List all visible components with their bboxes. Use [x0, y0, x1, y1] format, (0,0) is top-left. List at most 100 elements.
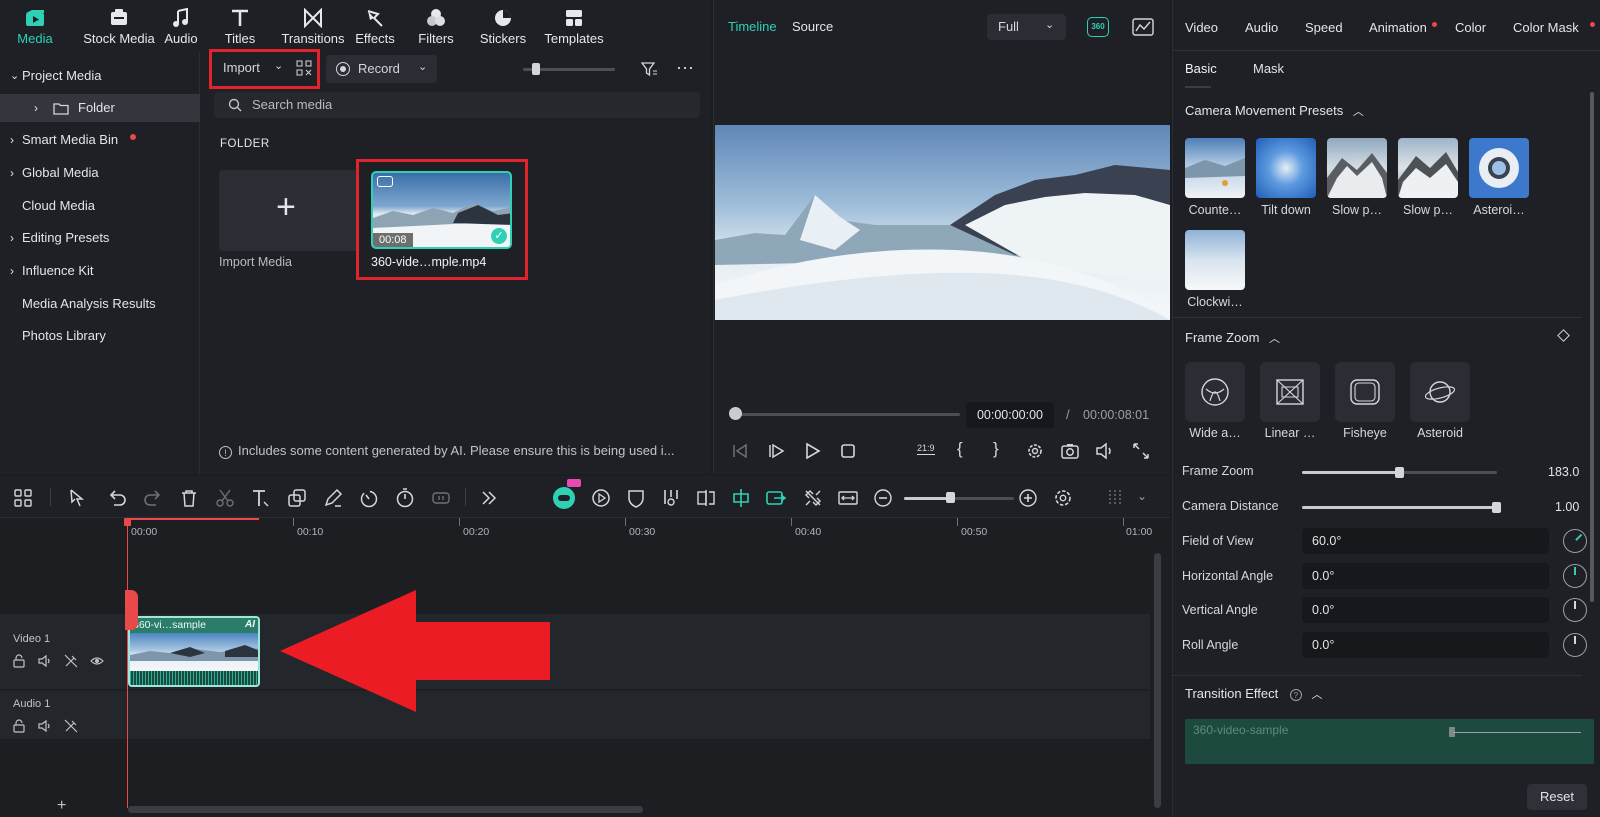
preset-slow-pan-1[interactable] [1327, 138, 1387, 198]
timer-duration-icon[interactable] [394, 487, 416, 509]
subtab-mask[interactable]: Mask [1253, 61, 1284, 76]
sidebar-item-folder[interactable]: › Folder [0, 94, 200, 122]
timeline-zoom-slider[interactable] [904, 497, 1014, 500]
toolbar-stickers[interactable]: Stickers [470, 8, 536, 46]
playhead-handle[interactable] [125, 590, 138, 630]
preset-tilt-down[interactable] [1256, 138, 1316, 198]
snapshot-camera-icon[interactable] [1060, 441, 1080, 461]
zoom-out-icon[interactable] [872, 487, 894, 509]
pen-draw-icon[interactable] [322, 487, 344, 509]
reset-button[interactable]: Reset [1527, 784, 1587, 810]
roll-angle-field[interactable]: 0.0° [1302, 632, 1549, 658]
auto-reframe-icon[interactable] [590, 487, 612, 509]
crop-shape-icon[interactable] [286, 487, 308, 509]
scrollbar-thumb[interactable] [1590, 92, 1594, 602]
sidebar-item-photos-library[interactable]: Photos Library [0, 322, 200, 350]
zoom-in-icon[interactable] [1017, 487, 1039, 509]
playhead-line[interactable] [127, 518, 128, 808]
expand-more-icon[interactable] [478, 487, 500, 509]
sidebar-item-editing-presets[interactable]: › Editing Presets [0, 224, 200, 252]
preset-asteroid[interactable] [1469, 138, 1529, 198]
more-options-icon[interactable]: ⋯ [676, 58, 695, 79]
disable-track-icon[interactable] [64, 719, 78, 733]
transition-track[interactable]: 360-video-sample [1185, 719, 1594, 764]
timeline-video-clip[interactable]: 360-vi…sample AI [128, 616, 260, 687]
import-media-tile[interactable]: + [219, 170, 359, 251]
playback-scrubber[interactable] [736, 413, 960, 416]
import-button[interactable]: Import ⌄ [214, 54, 286, 82]
volume-icon[interactable] [1095, 441, 1115, 461]
media-clip-thumbnail[interactable]: 00:08 ✓ [371, 171, 512, 249]
layout-grid-icon[interactable] [12, 487, 34, 509]
sidebar-item-cloud-media[interactable]: Cloud Media [0, 192, 200, 220]
timeline-vertical-scrollbar[interactable] [1154, 553, 1161, 808]
mark-in-icon[interactable]: { [957, 439, 963, 459]
camera-distance-slider[interactable] [1302, 502, 1501, 513]
timeline-horizontal-scrollbar[interactable] [128, 806, 643, 813]
preset-slow-pan-2[interactable] [1398, 138, 1458, 198]
freeze-frame-icon[interactable] [430, 487, 452, 509]
play-icon[interactable] [802, 441, 822, 461]
lock-track-icon[interactable] [12, 719, 26, 733]
search-input[interactable]: Search media [214, 92, 700, 118]
redo-icon[interactable] [142, 487, 164, 509]
unlink-icon[interactable] [802, 487, 824, 509]
eye-visibility-icon[interactable] [90, 654, 104, 668]
tab-animation[interactable]: Animation [1369, 20, 1427, 35]
360-view-icon[interactable]: 360 [1087, 17, 1109, 37]
vertical-angle-dial[interactable] [1563, 598, 1587, 622]
transition-heading[interactable]: Transition Effect ? ︿ [1185, 686, 1322, 702]
lens-fisheye[interactable] [1335, 362, 1395, 422]
split-view-icon[interactable] [695, 487, 717, 509]
fit-timeline-icon[interactable] [837, 487, 859, 509]
fov-field[interactable]: 60.0° [1302, 528, 1549, 554]
toolbar-templates[interactable]: Templates [534, 8, 614, 46]
toolbar-titles[interactable]: Titles [210, 8, 270, 46]
filter-icon[interactable] [640, 60, 658, 78]
sidebar-item-smart-media-bin[interactable]: › Smart Media Bin [0, 126, 200, 154]
snap-magnet-icon[interactable] [730, 487, 752, 509]
toolbar-audio[interactable]: Audio [148, 8, 214, 46]
add-track-button[interactable]: + [57, 797, 66, 815]
audio-stretch-icon[interactable] [660, 487, 682, 509]
play-from-start-icon[interactable] [766, 441, 786, 461]
camera-distance-handle[interactable] [1492, 502, 1501, 513]
frame-zoom-slider[interactable] [1302, 467, 1497, 478]
preset-counterclockwise[interactable] [1185, 138, 1245, 198]
preset-clockwise[interactable] [1185, 230, 1245, 290]
timeline-settings-icon[interactable] [1052, 487, 1074, 509]
tab-source[interactable]: Source [792, 19, 833, 34]
sidebar-item-global-media[interactable]: › Global Media [0, 159, 200, 187]
lens-wide-angle[interactable] [1185, 362, 1245, 422]
tab-timeline[interactable]: Timeline [728, 19, 777, 34]
quality-select[interactable]: Full ⌄ [987, 14, 1066, 40]
toolbar-media[interactable]: Media [0, 8, 70, 46]
previous-frame-icon[interactable] [730, 441, 750, 461]
tab-audio[interactable]: Audio [1245, 20, 1278, 35]
mute-track-icon[interactable] [38, 654, 52, 668]
tab-color-mask[interactable]: Color Mask [1513, 20, 1579, 35]
horizontal-angle-dial[interactable] [1563, 564, 1587, 588]
stop-icon[interactable] [838, 441, 858, 461]
tab-speed[interactable]: Speed [1305, 20, 1343, 35]
link-clips-icon[interactable] [765, 487, 787, 509]
tab-color[interactable]: Color [1455, 20, 1486, 35]
qr-scan-icon[interactable] [296, 60, 312, 76]
slider-handle[interactable] [532, 63, 540, 75]
undo-icon[interactable] [106, 487, 128, 509]
text-tool-icon[interactable] [250, 487, 272, 509]
preview-viewer[interactable] [715, 125, 1170, 320]
toolbar-filters[interactable]: Filters [405, 8, 467, 46]
settings-gear-icon[interactable] [1025, 441, 1045, 461]
fullscreen-icon[interactable] [1131, 441, 1151, 461]
horizontal-angle-field[interactable]: 0.0° [1302, 563, 1549, 589]
fov-dial[interactable] [1563, 529, 1587, 553]
mute-track-icon[interactable] [38, 719, 52, 733]
tab-video[interactable]: Video [1185, 20, 1218, 35]
toolbar-transitions[interactable]: Transitions [274, 8, 352, 46]
playhead-top[interactable] [124, 518, 131, 526]
lens-linear[interactable] [1260, 362, 1320, 422]
frame-zoom-heading[interactable]: Frame Zoom ︿ [1185, 330, 1280, 346]
waveform-monitor-icon[interactable] [1132, 17, 1154, 37]
camera-presets-heading[interactable]: Camera Movement Presets ︿ [1185, 103, 1364, 119]
